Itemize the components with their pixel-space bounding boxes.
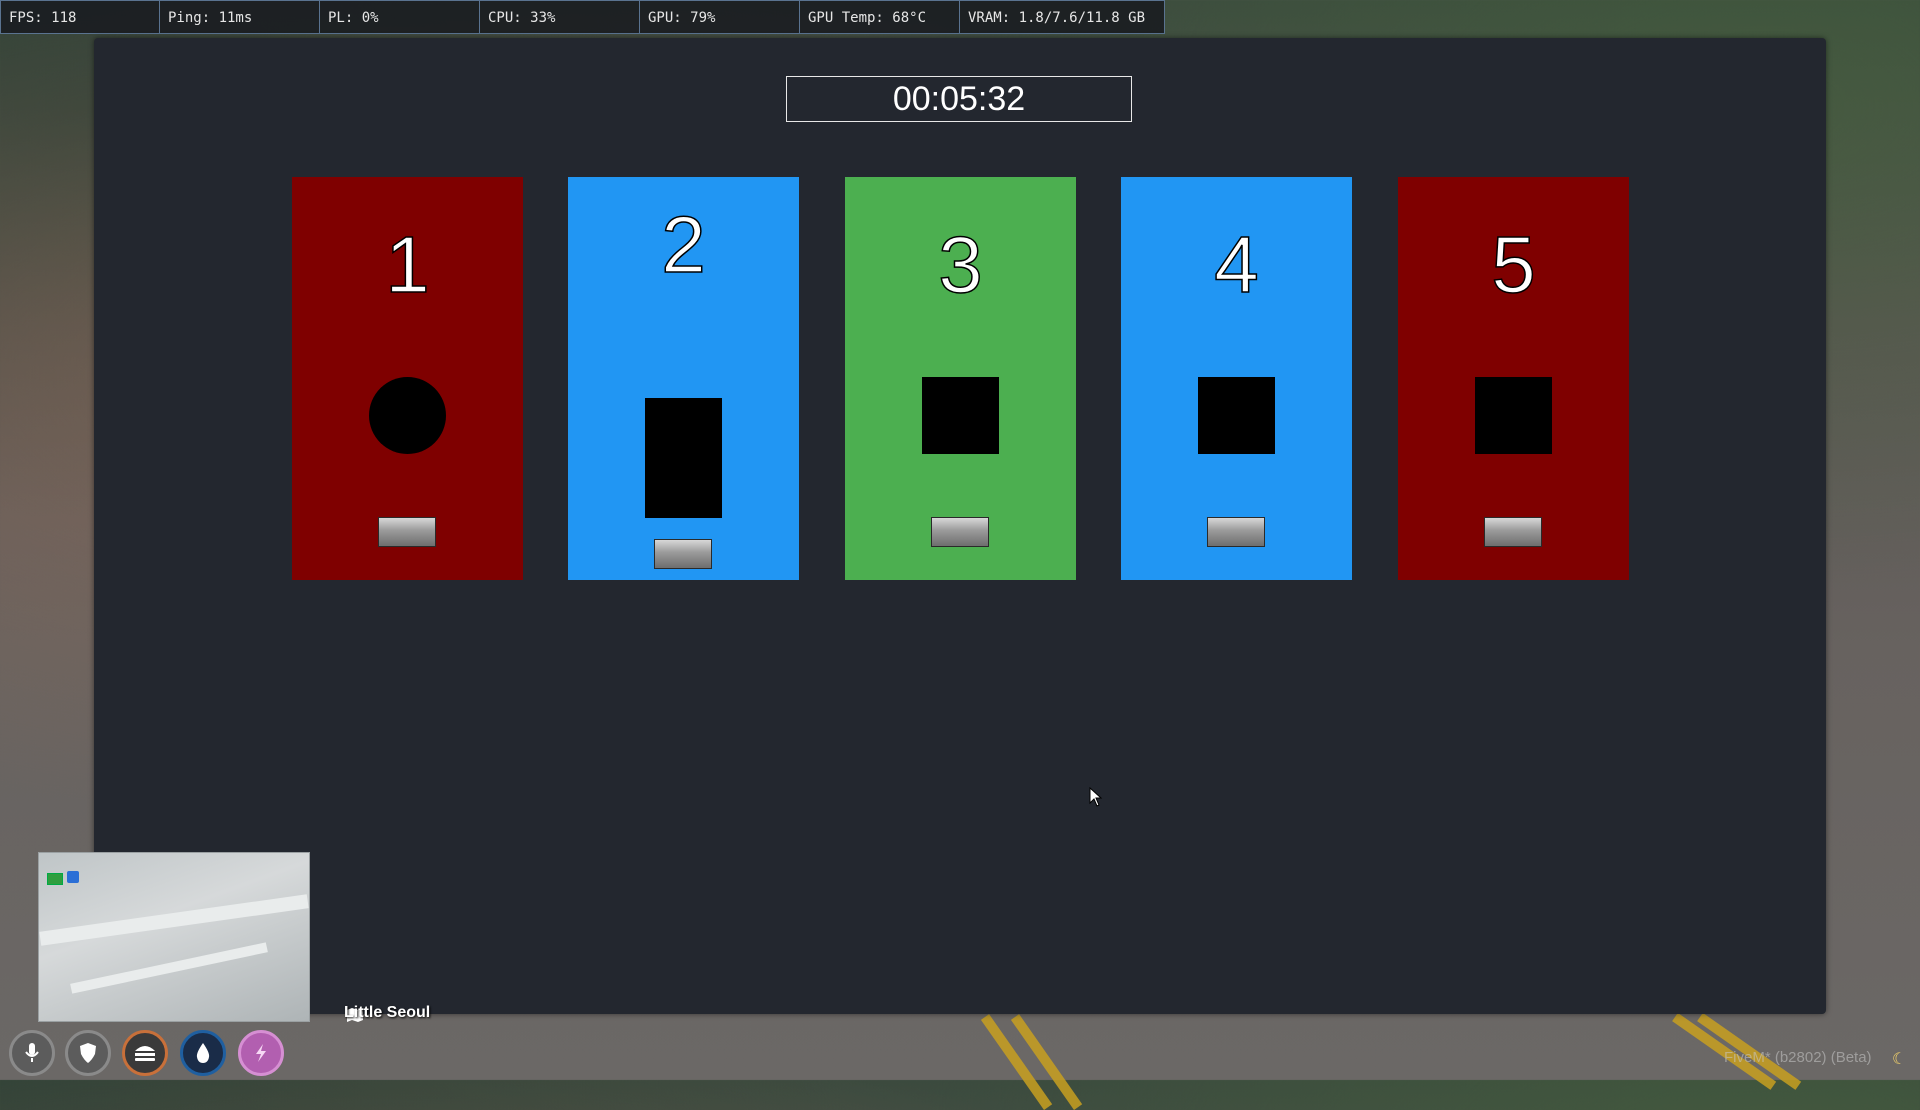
square-shape bbox=[1475, 377, 1552, 454]
packet-loss-readout: PL: 0% bbox=[320, 0, 480, 34]
water-drop-icon bbox=[180, 1030, 226, 1076]
performance-overlay: FPS: 118 Ping: 11ms PL: 0% CPU: 33% GPU:… bbox=[0, 0, 1165, 34]
microphone-icon bbox=[9, 1030, 55, 1076]
minimap-road bbox=[39, 894, 309, 946]
minimap-blip-icon bbox=[67, 871, 79, 883]
card-1: 1 bbox=[292, 177, 523, 580]
street-label: Little Seoul bbox=[344, 1004, 431, 1021]
minimap-road bbox=[70, 942, 268, 994]
minimap bbox=[38, 852, 310, 1022]
card-5: 5 bbox=[1398, 177, 1629, 580]
card-number: 3 bbox=[938, 220, 984, 309]
vram-readout: VRAM: 1.8/7.6/11.8 GB bbox=[960, 0, 1165, 34]
minimap-blip-icon bbox=[47, 873, 63, 885]
square-shape bbox=[922, 377, 999, 454]
mouse-cursor-icon bbox=[1089, 787, 1103, 807]
card-4-button[interactable] bbox=[1207, 517, 1265, 547]
square-shape bbox=[1198, 377, 1275, 454]
circle-shape bbox=[369, 377, 446, 454]
watermark-text: FiveM* (b2802) (Beta) bbox=[1724, 1049, 1872, 1066]
card-3: 3 bbox=[845, 177, 1076, 580]
rectangle-shape bbox=[645, 398, 722, 518]
card-number: 1 bbox=[385, 220, 431, 309]
card-2-button[interactable] bbox=[654, 539, 712, 569]
timer-display: 00:05:32 bbox=[786, 76, 1132, 122]
gpu-readout: GPU: 79% bbox=[640, 0, 800, 34]
card-number: 2 bbox=[661, 200, 707, 289]
gpu-temp-readout: GPU Temp: 68°C bbox=[800, 0, 960, 34]
burger-icon bbox=[122, 1030, 168, 1076]
ping-readout: Ping: 11ms bbox=[160, 0, 320, 34]
shield-icon bbox=[65, 1030, 111, 1076]
card-4: 4 bbox=[1121, 177, 1352, 580]
card-number: 5 bbox=[1491, 220, 1537, 309]
fps-readout: FPS: 118 bbox=[0, 0, 160, 34]
card-1-button[interactable] bbox=[378, 517, 436, 547]
card-2: 2 bbox=[568, 177, 799, 580]
minigame-panel: 00:05:32 1 2 3 4 5 bbox=[94, 38, 1826, 1014]
cpu-readout: CPU: 33% bbox=[480, 0, 640, 34]
moon-icon: ☾ bbox=[1892, 1049, 1907, 1068]
lightning-icon bbox=[238, 1030, 284, 1076]
card-5-button[interactable] bbox=[1484, 517, 1542, 547]
card-number: 4 bbox=[1214, 220, 1260, 309]
card-3-button[interactable] bbox=[931, 517, 989, 547]
